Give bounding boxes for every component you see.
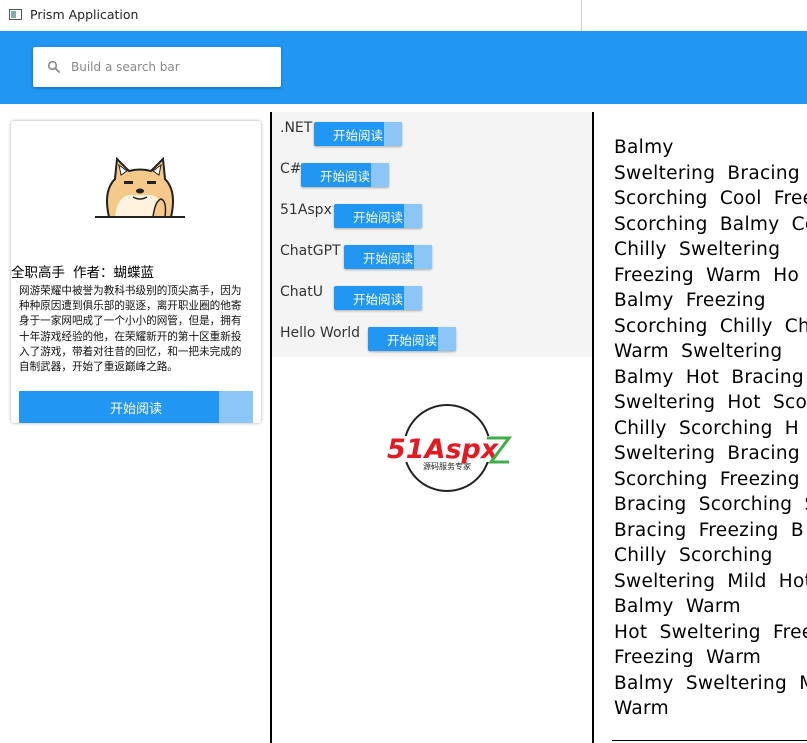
word-line: Balmy Warm [614,596,741,617]
search-icon [47,60,60,73]
list-item-name: ChatU [280,284,323,300]
button-label: 开始阅读 [352,209,403,225]
button-label: 开始阅读 [386,332,437,348]
word-line: Scorching Freezing [614,468,800,490]
word-line: Sweltering Mild Hot [614,570,807,592]
51aspx-logo: 51Aspx 源码服务专家 [385,404,513,492]
word-line: Sweltering Bracing [614,162,800,184]
word-line: Freezing Warm Ho [614,264,800,286]
word-line: Warm [614,698,669,719]
book-card: 全职高手 作者：蝴蝶蓝 网游荣耀中被誉为教科书级别的顶尖高手，因为种种原因遭到俱乐… [11,121,261,423]
book-description: 网游荣耀中被誉为教科书级别的顶尖高手，因为种种原因遭到俱乐部的驱逐，离开职业圈的… [19,285,242,374]
window-title: Prism Application [30,7,139,22]
button-label: 开始阅读 [352,291,403,307]
column-divider-right [592,112,594,743]
list-item-name: Hello World [280,325,361,341]
word-line: Balmy [614,137,674,158]
start-reading-button[interactable]: 开始阅读 [314,122,402,146]
app-window-icon [9,9,22,20]
button-label: 开始阅读 [109,401,162,417]
word-line: Freezing Warm [614,647,762,668]
word-line: Hot Sweltering Free [614,621,807,643]
book-author: 作者：蝴蝶蓝 [73,265,154,281]
word-line: Bracing Freezing B [614,519,804,541]
word-line: Scorching Chilly Ch [614,315,807,337]
start-reading-button[interactable]: 开始阅读 [301,163,389,187]
word-line: Chilly Scorching [614,545,773,566]
title-bar: Prism Application [0,0,807,31]
word-line: Chilly Scorching H [614,417,800,439]
logo-text: 51Aspx [387,434,500,465]
word-line: Sweltering Hot Scor [614,392,807,413]
book-title-line: 全职高手 作者：蝴蝶蓝 [11,261,271,281]
header-bar [0,31,807,104]
book-title: 全职高手 [11,265,65,281]
word-line: Chilly Sweltering [614,239,781,260]
list-item-name: C# [280,161,302,177]
word-list: Balmy Sweltering Bracing Scorching Cool … [614,135,807,722]
word-line: Sweltering Bracing [614,443,800,464]
list-item-name: 51Aspx [280,202,332,218]
word-line: Balmy Sweltering M [614,672,807,694]
search-box[interactable] [33,47,281,87]
window-tab-area [581,0,807,31]
word-line: Warm Sweltering [614,341,783,362]
word-line: Balmy Hot Bracing [614,366,804,388]
doge-cover-image [95,156,185,218]
start-reading-button[interactable]: 开始阅读 [334,204,422,228]
bottom-border [612,740,807,741]
search-input[interactable] [71,47,271,87]
start-reading-button[interactable]: 开始阅读 [368,327,456,351]
start-reading-button[interactable]: 开始阅读 [344,245,432,269]
book-list: .NET 开始阅读 C# 开始阅读 51Aspx 开始阅读 ChatGPT 开始… [272,112,592,357]
button-label: 开始阅读 [319,168,370,184]
logo-subtitle: 源码服务专家 [423,461,471,471]
list-item-name: .NET [280,120,313,136]
button-label: 开始阅读 [362,250,413,266]
button-label: 开始阅读 [332,127,383,143]
word-line: Scorching Cool Free [614,188,807,209]
word-line: Bracing Scorching Sv [614,494,807,515]
word-line: Balmy Freezing [614,290,766,311]
start-reading-button[interactable]: 开始阅读 [334,286,422,310]
list-item-name: ChatGPT [280,243,341,259]
word-line: Scorching Balmy Co [614,213,807,235]
start-reading-button[interactable]: 开始阅读 [19,391,253,423]
